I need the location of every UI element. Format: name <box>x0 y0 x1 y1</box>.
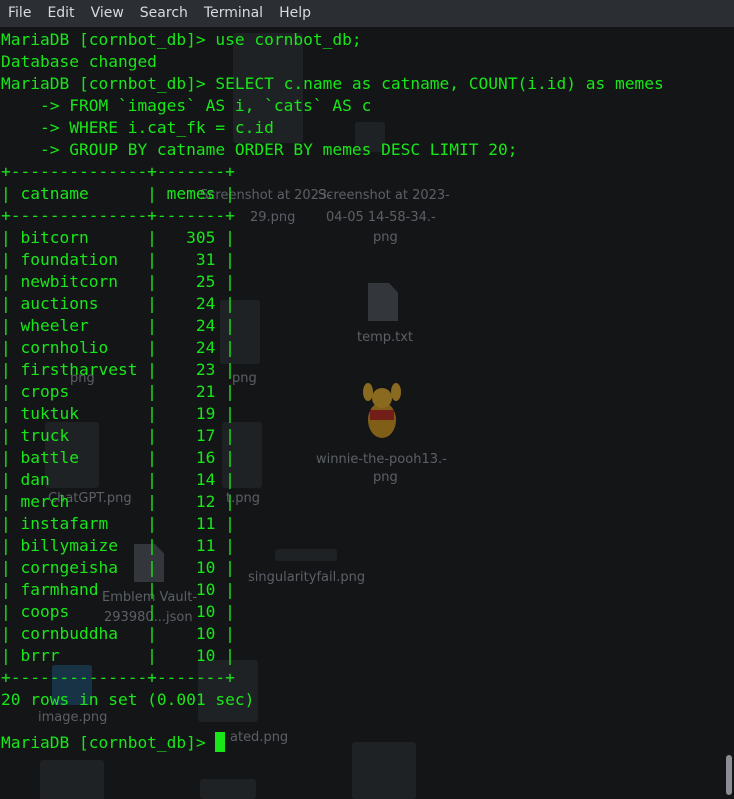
table-header: | catname | memes | <box>1 184 235 203</box>
menu-terminal[interactable]: Terminal <box>196 0 271 27</box>
menu-search[interactable]: Search <box>132 0 196 27</box>
table-border: +--------------+-------+ <box>1 668 235 687</box>
terminal-line: MariaDB [cornbot_db]> SELECT c.name as c… <box>1 74 664 93</box>
table-row: | brrr | 10 | <box>1 646 235 665</box>
table-row: | tuktuk | 19 | <box>1 404 235 423</box>
result-summary: 20 rows in set (0.001 sec) <box>1 690 255 709</box>
terminal-line: -> FROM `images` AS i, `cats` AS c <box>1 96 372 115</box>
terminal-output[interactable]: MariaDB [cornbot_db]> use cornbot_db; Da… <box>0 27 722 799</box>
terminal-line: MariaDB [cornbot_db]> use cornbot_db; <box>1 30 362 49</box>
scrollbar-thumb[interactable] <box>726 755 732 795</box>
table-row: | newbitcorn | 25 | <box>1 272 235 291</box>
prompt-text: MariaDB [cornbot_db]> <box>1 733 216 752</box>
table-row: | farmhand | 10 | <box>1 580 235 599</box>
prompt-line[interactable]: MariaDB [cornbot_db]> <box>1 732 226 754</box>
table-row: | instafarm | 11 | <box>1 514 235 533</box>
table-row: | crops | 21 | <box>1 382 235 401</box>
table-row: | bitcorn | 305 | <box>1 228 235 247</box>
menu-file[interactable]: File <box>0 0 39 27</box>
terminal-line: -> GROUP BY catname ORDER BY memes DESC … <box>1 140 518 159</box>
table-border: +--------------+-------+ <box>1 206 235 225</box>
menu-view[interactable]: View <box>83 0 132 27</box>
table-row: | dan | 14 | <box>1 470 235 489</box>
menu-edit[interactable]: Edit <box>39 0 82 27</box>
table-row: | merch | 12 | <box>1 492 235 511</box>
menu-help[interactable]: Help <box>271 0 319 27</box>
terminal-line: Database changed <box>1 52 157 71</box>
table-row: | battle | 16 | <box>1 448 235 467</box>
table-row: | cornbuddha | 10 | <box>1 624 235 643</box>
table-row: | auctions | 24 | <box>1 294 235 313</box>
table-row: | truck | 17 | <box>1 426 235 445</box>
table-border: +--------------+-------+ <box>1 162 235 181</box>
text-cursor <box>215 732 226 752</box>
menu-bar: File Edit View Search Terminal Help <box>0 0 734 27</box>
table-row: | wheeler | 24 | <box>1 316 235 335</box>
table-row: | corngeisha | 10 | <box>1 558 235 577</box>
table-row: | cornholio | 24 | <box>1 338 235 357</box>
table-row: | foundation | 31 | <box>1 250 235 269</box>
table-row: | billymaize | 11 | <box>1 536 235 555</box>
terminal-line: -> WHERE i.cat_fk = c.id <box>1 118 274 137</box>
scrollbar[interactable] <box>722 27 734 799</box>
table-row: | coops | 10 | <box>1 602 235 621</box>
table-row: | firstharvest | 23 | <box>1 360 235 379</box>
